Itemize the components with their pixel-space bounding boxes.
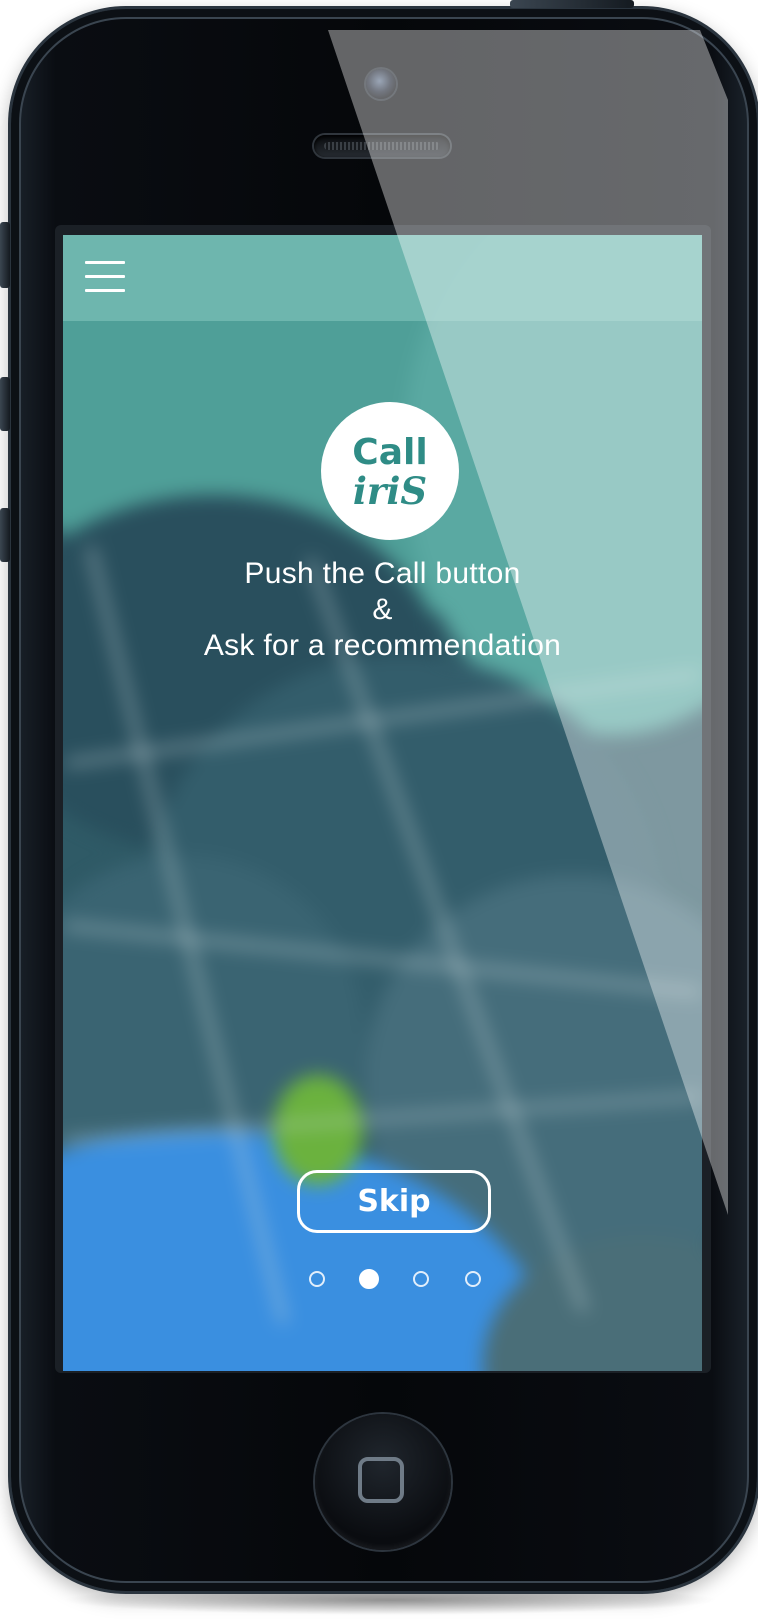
tagline-line-3: Ask for a recommendation: [203, 629, 562, 662]
menu-line: [85, 275, 125, 278]
app-header: [63, 235, 702, 321]
skip-button[interactable]: Skip: [297, 1170, 491, 1233]
logo-text-call: Call: [352, 432, 428, 473]
earpiece-speaker: [314, 135, 450, 157]
tagline-line-1: Push the Call button: [244, 557, 521, 590]
home-button[interactable]: [315, 1414, 451, 1550]
menu-line: [85, 261, 125, 264]
app-screen: Call iriS Push the Call button & Ask for…: [63, 235, 702, 1371]
home-square-icon: [358, 1457, 404, 1503]
tagline-line-2: &: [372, 593, 393, 626]
logo-text-iris: iriS: [352, 469, 428, 513]
page-dot-1[interactable]: [309, 1271, 325, 1287]
menu-line: [85, 289, 125, 292]
page-dot-4[interactable]: [465, 1271, 481, 1287]
volume-up-button: [0, 377, 10, 431]
page-indicator: [63, 1269, 702, 1295]
volume-down-button: [0, 508, 10, 562]
mute-switch: [0, 222, 10, 288]
hamburger-menu-icon[interactable]: [85, 261, 125, 295]
power-button: [510, 0, 634, 8]
page-dot-2-active[interactable]: [359, 1269, 379, 1289]
front-camera: [366, 69, 396, 99]
call-iris-logo: Call iriS: [321, 402, 459, 540]
page-dot-3[interactable]: [413, 1271, 429, 1287]
